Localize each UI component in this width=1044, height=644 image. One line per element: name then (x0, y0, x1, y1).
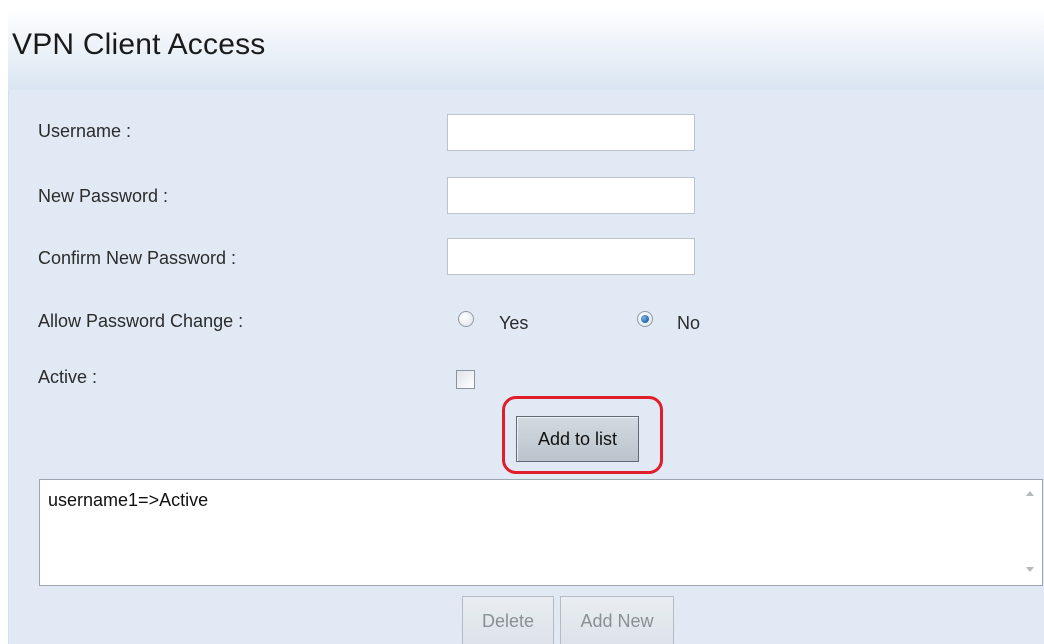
username-label: Username : (38, 121, 132, 141)
user-listbox[interactable]: username1=>Active (39, 479, 1043, 586)
confirm-password-input[interactable] (447, 238, 695, 275)
active-checkbox[interactable] (456, 370, 475, 389)
allow-change-no-label: No (677, 313, 701, 333)
page-header: VPN Client Access (8, 8, 1044, 90)
delete-button[interactable]: Delete (462, 596, 554, 644)
list-item[interactable]: username1=>Active (48, 490, 208, 511)
username-input[interactable] (447, 114, 695, 151)
new-password-label: New Password : (38, 186, 169, 206)
page-title: VPN Client Access (12, 28, 266, 61)
listbox-scrollbar[interactable] (1020, 480, 1042, 585)
new-password-input[interactable] (447, 177, 695, 214)
vpn-client-access-page: VPN Client Access Username : New Passwor… (0, 0, 1044, 644)
allow-password-change-label: Allow Password Change : (38, 311, 244, 331)
allow-change-yes-label: Yes (499, 313, 529, 333)
allow-change-no-radio[interactable] (637, 311, 653, 327)
scroll-up-arrow-icon[interactable] (1026, 491, 1034, 496)
allow-change-yes-radio[interactable] (458, 311, 474, 327)
active-label: Active : (38, 367, 98, 387)
add-to-list-button[interactable]: Add to list (516, 416, 639, 462)
scroll-down-arrow-icon[interactable] (1026, 567, 1034, 572)
add-new-button[interactable]: Add New (560, 596, 674, 644)
confirm-password-label: Confirm New Password : (38, 248, 237, 268)
